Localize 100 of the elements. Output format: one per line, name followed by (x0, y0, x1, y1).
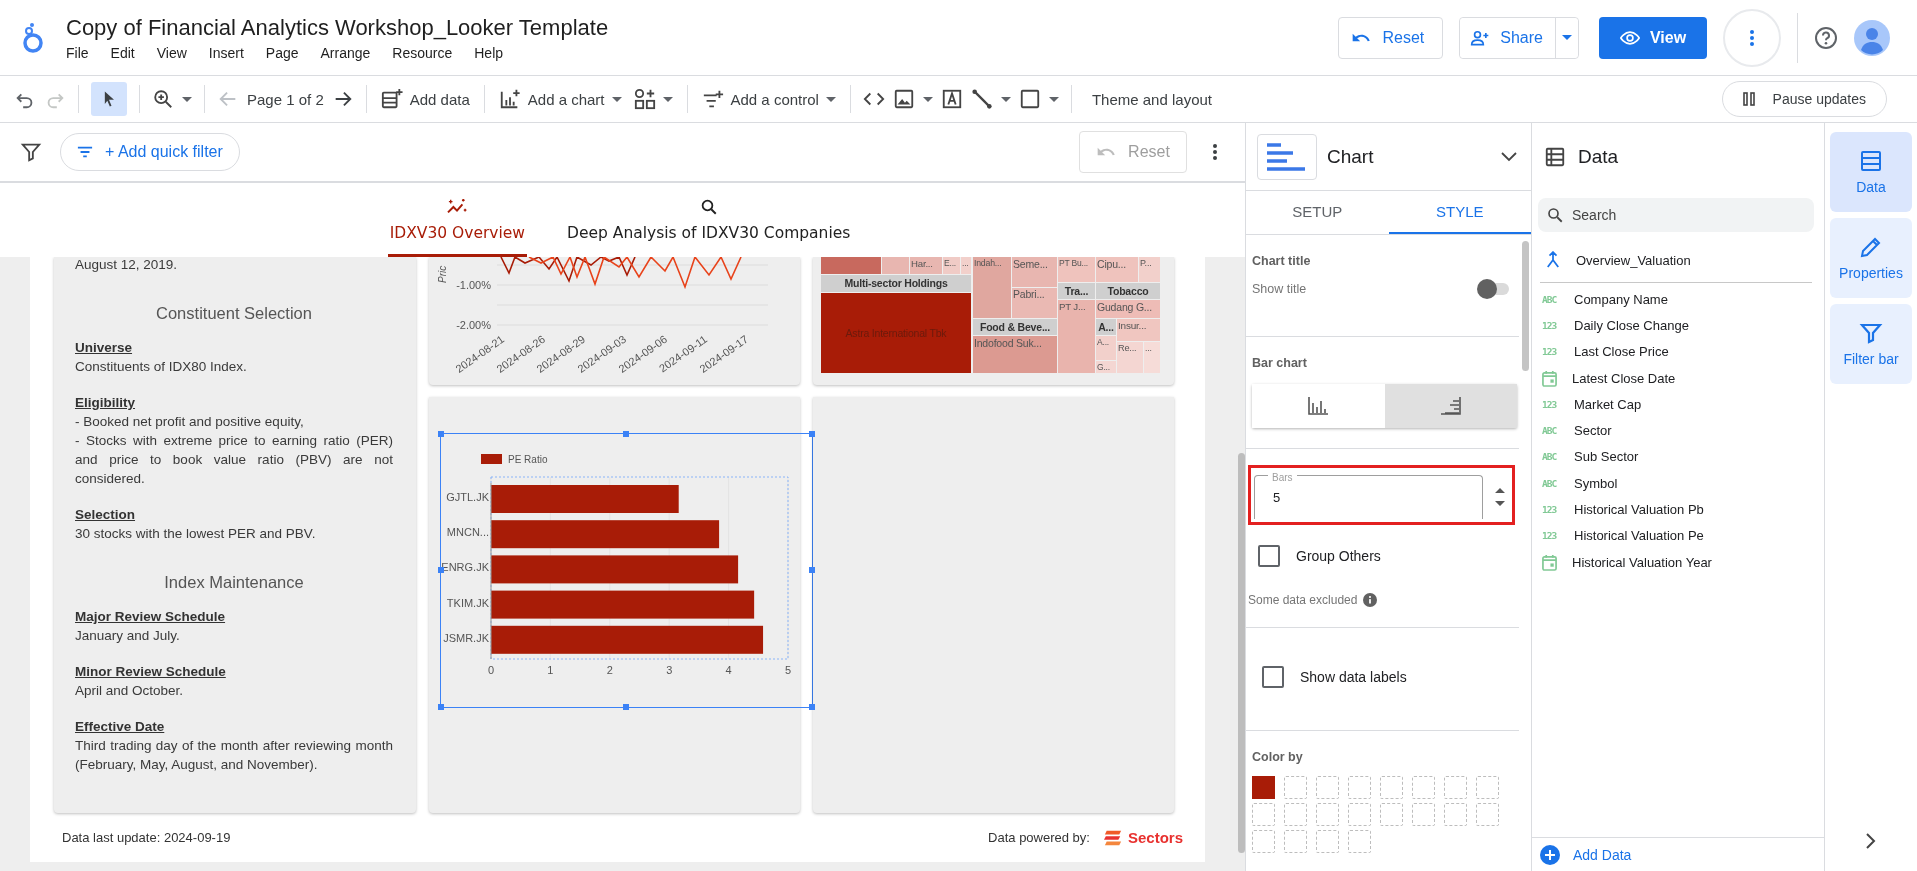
empty-swatch[interactable] (1284, 803, 1307, 826)
share-button[interactable]: Share (1460, 17, 1556, 58)
help-icon[interactable] (1814, 25, 1838, 50)
empty-swatch[interactable] (1476, 776, 1499, 799)
field-name[interactable]: Last Close Price (1574, 344, 1669, 360)
empty-swatch[interactable] (1412, 803, 1435, 826)
empty-swatch[interactable] (1316, 776, 1339, 799)
resize-handle[interactable] (437, 430, 444, 437)
line-icon[interactable] (970, 88, 993, 110)
add-data-button[interactable]: Add data (378, 88, 472, 110)
field-name[interactable]: Latest Close Date (1572, 370, 1676, 386)
treemap-cell[interactable]: Indah... (973, 257, 1011, 318)
empty-swatch[interactable] (1252, 830, 1275, 853)
field-name[interactable]: Daily Close Change (1574, 317, 1689, 333)
field-name[interactable]: Symbol (1574, 475, 1618, 491)
caret-icon[interactable] (922, 96, 933, 102)
menu-item[interactable]: File (66, 44, 111, 61)
chevron-right-icon[interactable] (1866, 833, 1876, 849)
resize-handle[interactable] (808, 430, 815, 437)
treemap-cell[interactable]: P... (1139, 257, 1160, 282)
empty-swatch[interactable] (1252, 803, 1275, 826)
menu-item[interactable]: View (156, 44, 209, 61)
caret-icon[interactable] (1048, 96, 1059, 102)
avatar[interactable] (1854, 19, 1890, 56)
empty-swatch[interactable] (1380, 776, 1403, 799)
empty-swatch[interactable] (1412, 776, 1435, 799)
checkbox[interactable] (1262, 666, 1284, 688)
add-chart-button[interactable]: Add a chart (496, 88, 624, 110)
menu-item[interactable]: Arrange (320, 44, 393, 61)
field-name[interactable]: Historical Valuation Pe (1574, 528, 1704, 544)
add-quick-filter-button[interactable]: + Add quick filter (60, 133, 240, 171)
page-tab[interactable]: Deep Analysis of IDXV30 Companies (565, 183, 853, 257)
rail-tab[interactable]: Properties (1830, 218, 1912, 298)
caret-icon[interactable] (182, 96, 192, 102)
rail-tab[interactable]: Filter bar (1830, 304, 1912, 384)
scrollbar[interactable] (1238, 453, 1245, 853)
data-source-name[interactable]: Overview_Valuation (1576, 252, 1691, 268)
menu-item[interactable]: Edit (110, 44, 157, 61)
menu-item[interactable]: Insert (208, 44, 266, 61)
treemap-cell[interactable]: Har... (910, 257, 942, 274)
empty-swatch[interactable] (1444, 803, 1467, 826)
select-tool-button[interactable] (91, 82, 127, 116)
scrollbar[interactable] (1522, 241, 1529, 371)
field-name[interactable]: Historical Valuation Pb (1574, 502, 1704, 517)
empty-swatch[interactable] (1348, 803, 1371, 826)
treemap-cell[interactable] (882, 257, 909, 274)
resize-handle[interactable] (437, 703, 444, 710)
treemap-cell[interactable]: PT Bu... (1058, 257, 1095, 282)
bar[interactable] (491, 520, 720, 549)
treemap-cell[interactable]: Pabri... (1012, 288, 1057, 318)
treemap-cell[interactable]: Gudang G... (1096, 300, 1160, 318)
search-field[interactable]: Search (1538, 198, 1814, 232)
caret-icon[interactable] (1000, 96, 1011, 102)
treemap-cell[interactable]: Cipu... (1096, 257, 1138, 282)
field-name[interactable]: Sub Sector (1574, 449, 1639, 465)
zoom-icon[interactable] (152, 88, 174, 110)
add-data-link[interactable]: Add Data (1573, 846, 1632, 863)
treemap-cell[interactable]: Insur... (1117, 319, 1160, 341)
empty-swatch[interactable] (1316, 803, 1339, 826)
chevron-down-icon[interactable] (1501, 151, 1517, 162)
treemap-cell[interactable]: A... (1096, 336, 1116, 360)
empty-swatch[interactable] (1444, 776, 1467, 799)
info-icon[interactable] (1363, 593, 1378, 607)
rectangle-icon[interactable] (1018, 88, 1041, 110)
empty-swatch[interactable] (1348, 776, 1371, 799)
empty-swatch[interactable] (1316, 830, 1339, 853)
treemap-cell[interactable]: G... (1096, 361, 1116, 373)
menu-item[interactable]: Resource (392, 44, 475, 61)
field-name[interactable]: Market Cap (1574, 396, 1642, 412)
bar[interactable] (491, 590, 755, 619)
resize-handle[interactable] (437, 567, 444, 573)
view-button[interactable]: View (1599, 16, 1707, 59)
reset-button[interactable]: Reset (1337, 16, 1444, 59)
field-name[interactable]: Historical Valuation Year (1572, 554, 1712, 570)
color-swatch[interactable] (1252, 776, 1275, 799)
treemap-cell[interactable]: Seme... (1012, 257, 1057, 287)
theme-and-layout-link[interactable]: Theme and layout (1091, 90, 1212, 108)
checkbox[interactable] (1258, 545, 1280, 567)
spinner-icon[interactable] (1495, 487, 1505, 507)
orientation-option[interactable] (1252, 384, 1385, 428)
resize-handle[interactable] (623, 430, 629, 437)
rail-tab[interactable]: Data (1830, 132, 1912, 212)
resize-handle[interactable] (808, 567, 815, 573)
add-control-button[interactable]: Add a control (699, 88, 838, 110)
orientation-option[interactable] (1384, 384, 1517, 428)
panel-tab[interactable]: STYLE (1388, 191, 1531, 234)
menu-item[interactable]: Page (265, 44, 321, 61)
treemap-cell[interactable]: PT J... (1058, 300, 1095, 373)
empty-swatch[interactable] (1284, 830, 1307, 853)
treemap-cell[interactable]: ... (961, 257, 971, 274)
menu-item[interactable]: Help (474, 44, 526, 61)
field-name[interactable]: Company Name (1574, 291, 1668, 307)
pause-updates-button[interactable]: Pause updates (1721, 81, 1887, 117)
field-name[interactable]: Sector (1574, 423, 1612, 439)
treemap-cell[interactable] (821, 257, 881, 274)
resize-handle[interactable] (623, 703, 629, 710)
empty-swatch[interactable] (1348, 830, 1371, 853)
resize-handle[interactable] (808, 703, 815, 710)
treemap-cell[interactable]: Re... (1117, 342, 1143, 373)
panel-tab[interactable]: SETUP (1246, 191, 1389, 234)
